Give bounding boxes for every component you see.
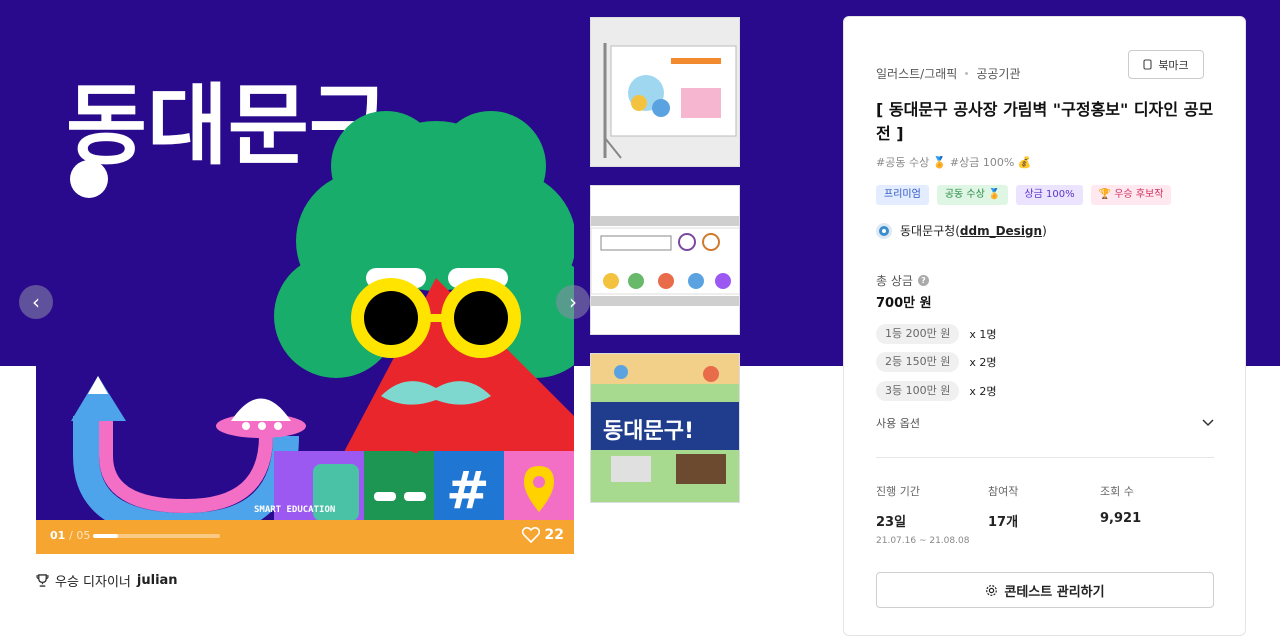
slide-progress xyxy=(93,534,220,538)
slide-current: 01 xyxy=(50,529,66,542)
total-prize-title: 총 상금 xyxy=(876,274,913,288)
stat-entries-value: 17개 xyxy=(988,515,1019,530)
slide-progress-fill xyxy=(93,534,119,538)
manage-contest-button[interactable]: 콘테스트 관리하기 xyxy=(876,572,1214,608)
trophy-icon xyxy=(36,574,49,587)
svg-text:#: # xyxy=(446,461,490,521)
stat-views-label: 조회 수 xyxy=(1100,485,1134,498)
winner-name[interactable]: julian xyxy=(137,573,178,588)
host-id-link[interactable]: ddm_Design xyxy=(960,224,1042,238)
prev-slide-button[interactable]: ‹ xyxy=(19,285,53,319)
winner-label: 우승 디자이너 xyxy=(55,575,131,590)
stat-views: 조회 수 9,921 xyxy=(1100,483,1141,526)
usage-options-toggle[interactable]: 사용 옵션 xyxy=(876,415,1214,431)
subcategory-label[interactable]: 공공기관 xyxy=(976,65,1020,82)
usage-options-label: 사용 옵션 xyxy=(876,417,920,430)
chevron-right-icon: › xyxy=(569,290,577,314)
tier-count: x 2명 xyxy=(969,356,997,369)
bookmark-label: 북마크 xyxy=(1158,58,1189,72)
total-prize-value: 700만 원 xyxy=(876,296,932,311)
help-icon[interactable]: ? xyxy=(917,275,929,286)
gear-icon xyxy=(986,584,998,596)
stat-period-label: 진행 기간 xyxy=(876,485,920,498)
tier-count: x 2명 xyxy=(969,385,997,398)
prize-tier-2: 2등 150만 원 x 2명 xyxy=(876,352,996,372)
bookmark-button[interactable]: 북마크 xyxy=(1128,50,1204,79)
host-name: 동대문구청 xyxy=(900,224,956,238)
like-count: 22 xyxy=(544,527,564,543)
like-button[interactable]: 22 xyxy=(521,527,564,543)
contest-tags: #공동 수상 🏅 #상금 100% 💰 xyxy=(876,156,1032,169)
poster-caption: SMART EDUCATION xyxy=(254,505,335,515)
total-prize-label: 총 상금 ? xyxy=(876,272,929,289)
badge-list: 프리미엄 공동 수상 🏅 상금 100% 🏆 우승 후보작 xyxy=(876,185,1172,205)
host-info: 동대문구청 (ddm_Design) xyxy=(876,222,1047,239)
heart-icon xyxy=(521,527,540,543)
poster-artwork: 동대문구 # SMART EDUCATION xyxy=(36,16,574,554)
stat-period-value: 23일 xyxy=(876,515,907,530)
tier-count: x 1명 xyxy=(969,328,997,341)
stat-entries-label: 참여작 xyxy=(988,485,1019,498)
slide-counter: 01 / 05 xyxy=(50,529,91,542)
slide-total: 05 xyxy=(76,529,91,542)
separator-dot xyxy=(965,72,969,75)
divider xyxy=(876,457,1214,458)
category-breadcrumb: 일러스트/그래픽 공공기관 xyxy=(876,65,1021,82)
contest-title: [ 동대문구 공사장 가림벽 "구정홍보" 디자인 공모전 ] xyxy=(876,100,1214,143)
badge-full-prize: 상금 100% xyxy=(1016,185,1083,205)
prize-tier-3: 3등 100만 원 x 2명 xyxy=(876,381,996,401)
stat-views-value: 9,921 xyxy=(1100,511,1142,526)
host-avatar-icon xyxy=(876,222,892,239)
prize-tier-1: 1등 200만 원 x 1명 xyxy=(876,324,996,344)
svg-text:동대문구!: 동대문구! xyxy=(603,419,694,444)
badge-winner-candidate: 🏆 우승 후보작 xyxy=(1090,185,1172,205)
chevron-left-icon: ‹ xyxy=(32,290,40,314)
contest-info-card: 일러스트/그래픽 공공기관 북마크 [ 동대문구 공사장 가림벽 "구정홍보" … xyxy=(843,16,1246,636)
next-slide-button[interactable]: › xyxy=(556,285,590,319)
thumbnail-3-image: 동대문구! xyxy=(591,354,739,502)
thumbnail-1-image xyxy=(591,18,739,166)
main-artwork-image[interactable]: 동대문구 # SMART EDUCATION 01 / 05 22 xyxy=(36,16,574,554)
image-footer-bar: 01 / 05 22 xyxy=(36,520,574,554)
tier-label: 3등 100만 원 xyxy=(876,381,960,401)
chevron-down-icon xyxy=(1202,419,1214,427)
thumbnail-2[interactable] xyxy=(590,185,740,335)
stat-entries: 참여작 17개 xyxy=(988,483,1018,530)
thumbnail-3[interactable]: 동대문구! xyxy=(590,353,740,503)
badge-premium: 프리미엄 xyxy=(876,185,929,205)
manage-contest-label: 콘테스트 관리하기 xyxy=(1004,584,1105,600)
winner-designer: 우승 디자이너 julian xyxy=(36,571,178,590)
category-label[interactable]: 일러스트/그래픽 xyxy=(876,65,957,82)
badge-joint-award: 공동 수상 🏅 xyxy=(936,185,1009,205)
thumbnail-1[interactable] xyxy=(590,17,740,167)
stat-period-range: 21.07.16 ~ 21.08.08 xyxy=(876,536,970,546)
stat-period: 진행 기간 23일 21.07.16 ~ 21.08.08 xyxy=(876,483,969,546)
bookmark-icon xyxy=(1143,59,1152,70)
tier-label: 2등 150만 원 xyxy=(876,352,960,372)
thumbnail-2-image xyxy=(591,186,739,334)
tier-label: 1등 200만 원 xyxy=(876,324,960,344)
